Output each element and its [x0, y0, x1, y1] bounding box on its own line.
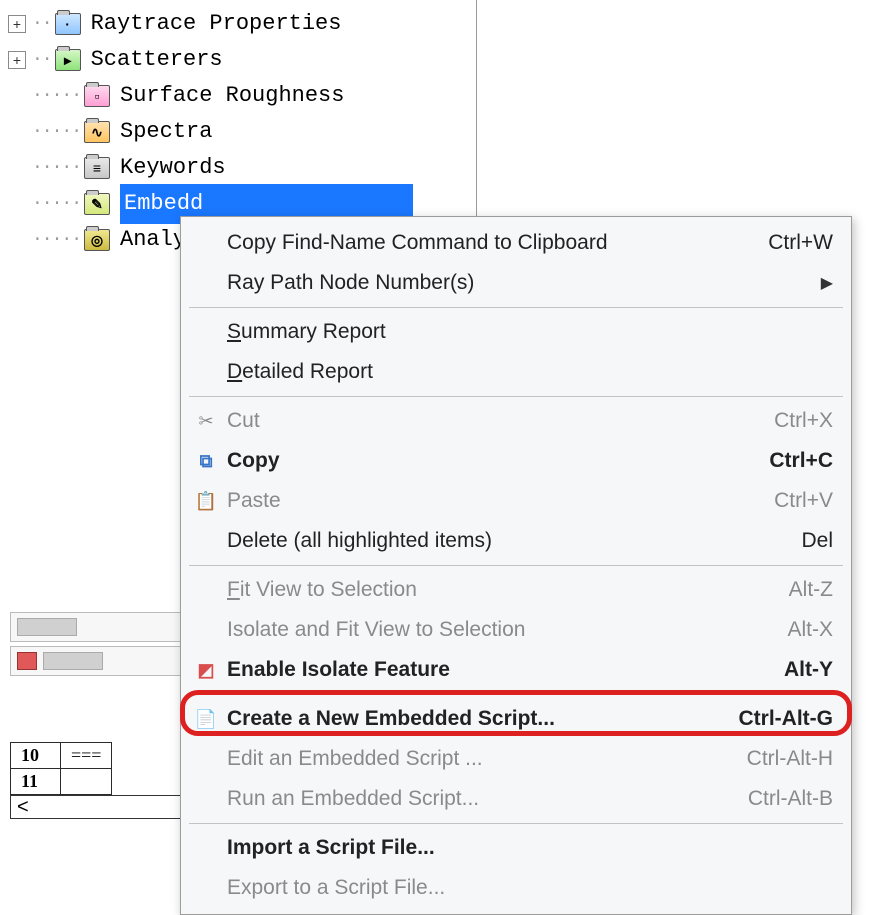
lower-panel: 10 === 11 <: [10, 608, 190, 819]
menu-fit-view: Fit View to Selection Alt-Z: [183, 570, 849, 610]
menu-paste: 📋 Paste Ctrl+V: [183, 481, 849, 521]
row-number: 11: [11, 769, 61, 795]
menu-create-embedded-script[interactable]: 📄 Create a New Embedded Script... Ctrl-A…: [183, 699, 849, 739]
menu-hotkey: Ctrl+C: [769, 449, 833, 473]
context-menu: Copy Find-Name Command to Clipboard Ctrl…: [180, 216, 852, 915]
menu-label: Cut: [227, 409, 754, 433]
copy-icon: ⧉: [191, 451, 221, 472]
menu-copy[interactable]: ⧉ Copy Ctrl+C: [183, 441, 849, 481]
menu-label: Import a Script File...: [227, 836, 833, 860]
tree-connector: ·····: [32, 82, 81, 111]
menu-separator: [189, 396, 843, 397]
menu-label: Enable Isolate Feature: [227, 658, 764, 682]
menu-delete-highlighted[interactable]: Delete (all highlighted items) Del: [183, 521, 849, 561]
menu-copy-find-name[interactable]: Copy Find-Name Command to Clipboard Ctrl…: [183, 223, 849, 263]
menu-label: Paste: [227, 489, 754, 513]
tree-connector: ··: [32, 46, 52, 75]
menu-separator: [189, 823, 843, 824]
menu-label: Export to a Script File...: [227, 876, 833, 900]
tree-label: Scatterers: [91, 42, 223, 77]
menu-separator: [189, 694, 843, 695]
menu-label: Run an Embedded Script...: [227, 787, 728, 811]
tree-label: Spectra: [120, 114, 212, 149]
tree-item-raytrace-properties[interactable]: + ·· · Raytrace Properties: [0, 6, 880, 42]
tree-connector: ·····: [32, 190, 81, 219]
menu-label: Summary Report: [227, 320, 833, 344]
menu-label: Detailed Report: [227, 360, 833, 384]
row-value[interactable]: ===: [61, 743, 112, 769]
tree-label: Surface Roughness: [120, 78, 344, 113]
folder-icon: ▸: [55, 49, 81, 71]
menu-hotkey: Ctrl+X: [774, 409, 833, 433]
submenu-arrow-icon: ▶: [821, 273, 833, 293]
menu-hotkey: Ctrl-Alt-G: [739, 707, 833, 731]
menu-isolate-fit-view: Isolate and Fit View to Selection Alt-X: [183, 610, 849, 650]
folder-icon: ·: [55, 13, 81, 35]
tree-label: Keywords: [120, 150, 226, 185]
table-row: 11: [11, 769, 112, 795]
tree-label: Raytrace Properties: [91, 6, 342, 41]
script-icon: 📄: [191, 709, 221, 730]
tree-item-surface-roughness[interactable]: ····· ▫ Surface Roughness: [0, 78, 880, 114]
menu-cut: ✂ Cut Ctrl+X: [183, 401, 849, 441]
flag-icon: [17, 652, 37, 670]
expand-icon[interactable]: +: [8, 51, 26, 69]
menu-enable-isolate[interactable]: ◩ Enable Isolate Feature Alt-Y: [183, 650, 849, 690]
expand-icon[interactable]: +: [8, 15, 26, 33]
menu-label: Fit View to Selection: [227, 578, 769, 602]
folder-icon: ◎: [84, 229, 110, 251]
menu-ray-path-node-numbers[interactable]: Ray Path Node Number(s) ▶: [183, 263, 849, 303]
tree-connector: ·····: [32, 226, 81, 255]
isolate-icon: ◩: [191, 660, 221, 681]
cut-icon: ✂: [191, 411, 221, 432]
tree-connector: ·····: [32, 154, 81, 183]
folder-icon: ≡: [84, 157, 110, 179]
menu-hotkey: Alt-Z: [789, 578, 833, 602]
paste-icon: 📋: [191, 491, 221, 512]
menu-label: Isolate and Fit View to Selection: [227, 618, 767, 642]
folder-icon: ✎: [84, 193, 110, 215]
row-number: 10: [11, 743, 61, 769]
menu-hotkey: Ctrl-Alt-B: [748, 787, 833, 811]
menu-hotkey: Ctrl+W: [768, 231, 833, 255]
horizontal-scrollbar[interactable]: <: [10, 795, 190, 819]
panel-bar[interactable]: [10, 612, 190, 642]
tree-item-spectra[interactable]: ····· ∿ Spectra: [0, 114, 880, 150]
menu-label: Ray Path Node Number(s): [227, 271, 821, 295]
menu-hotkey: Ctrl+V: [774, 489, 833, 513]
menu-separator: [189, 565, 843, 566]
menu-edit-embedded-script: Edit an Embedded Script ... Ctrl-Alt-H: [183, 739, 849, 779]
grid-table[interactable]: 10 === 11: [10, 742, 112, 795]
folder-icon: ∿: [84, 121, 110, 143]
menu-label: Copy: [227, 449, 749, 473]
menu-import-script-file[interactable]: Import a Script File...: [183, 828, 849, 868]
menu-label: Copy Find-Name Command to Clipboard: [227, 231, 748, 255]
panel-bar[interactable]: [10, 646, 190, 676]
tree-item-keywords[interactable]: ····· ≡ Keywords: [0, 150, 880, 186]
menu-separator: [189, 307, 843, 308]
menu-label: Edit an Embedded Script ...: [227, 747, 727, 771]
scroll-left-icon[interactable]: <: [17, 796, 29, 819]
tree-item-scatterers[interactable]: + ·· ▸ Scatterers: [0, 42, 880, 78]
menu-hotkey: Alt-Y: [784, 658, 833, 682]
menu-label: Create a New Embedded Script...: [227, 707, 719, 731]
menu-hotkey: Del: [801, 529, 833, 553]
row-value[interactable]: [61, 769, 112, 795]
table-row: 10 ===: [11, 743, 112, 769]
menu-label: Delete (all highlighted items): [227, 529, 781, 553]
tree-connector: ·····: [32, 118, 81, 147]
menu-hotkey: Ctrl-Alt-H: [747, 747, 833, 771]
menu-summary-report[interactable]: Summary Report: [183, 312, 849, 352]
menu-run-embedded-script: Run an Embedded Script... Ctrl-Alt-B: [183, 779, 849, 819]
menu-export-script-file: Export to a Script File...: [183, 868, 849, 908]
folder-icon: ▫: [84, 85, 110, 107]
menu-detailed-report[interactable]: Detailed Report: [183, 352, 849, 392]
tree-connector: ··: [32, 10, 52, 39]
menu-hotkey: Alt-X: [787, 618, 833, 642]
